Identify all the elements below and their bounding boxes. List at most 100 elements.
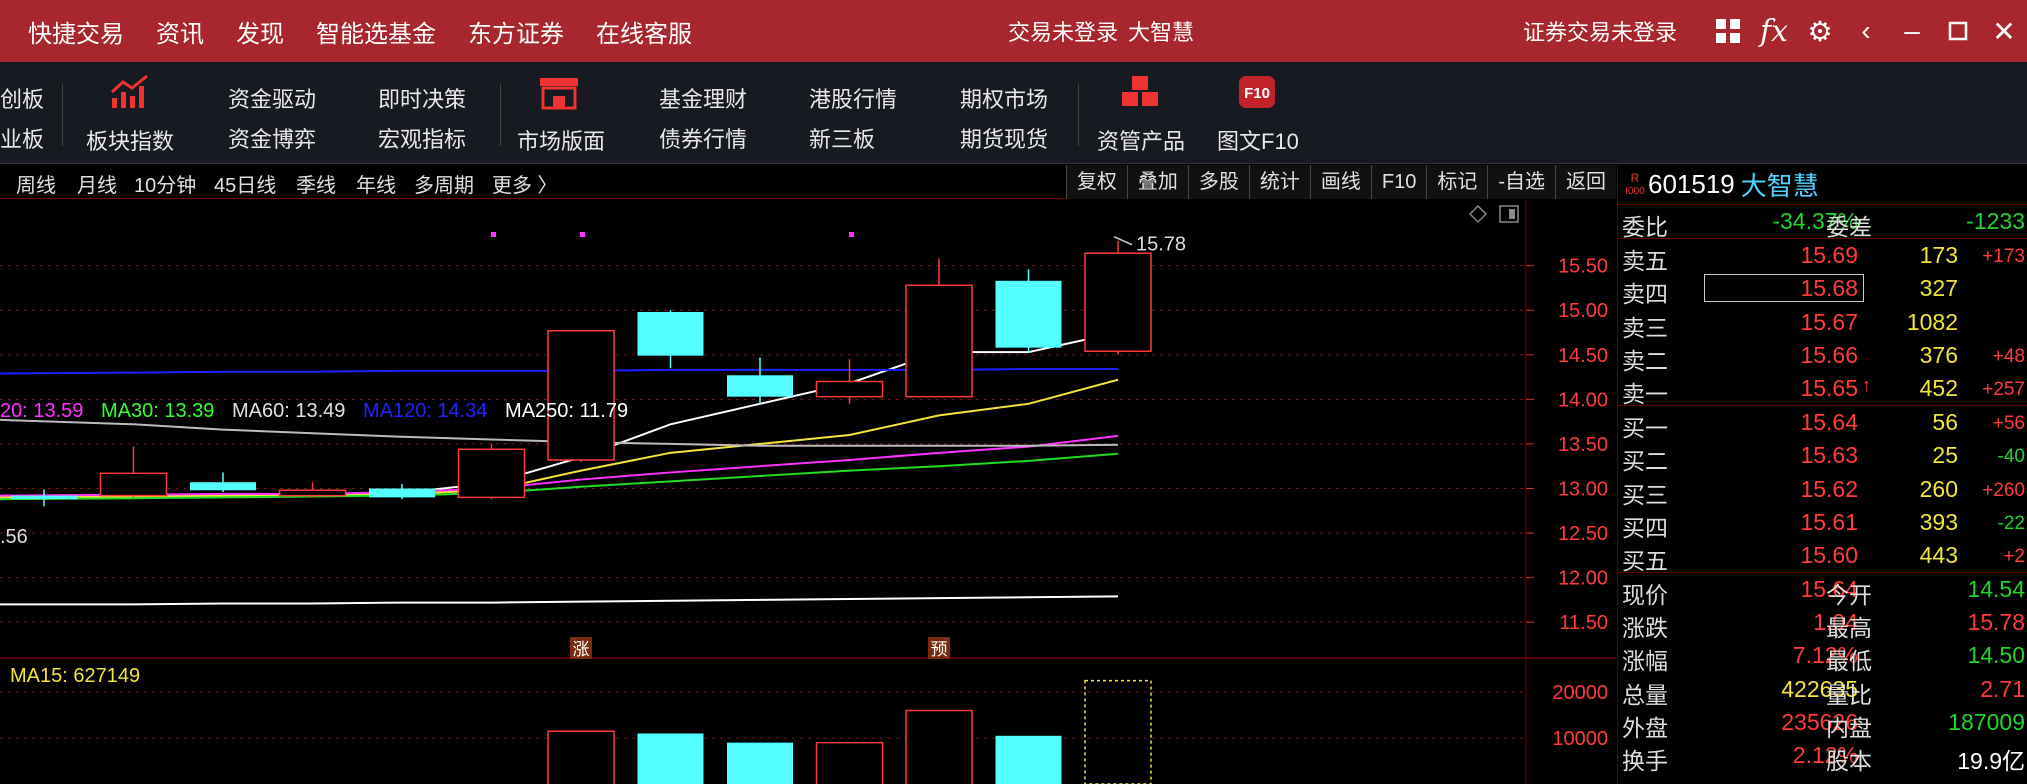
ask-row[interactable]: 卖三 15.67 1082 [1618, 306, 2027, 341]
button-draw-line[interactable]: 画线 [1309, 165, 1371, 199]
back-icon[interactable]: ‹ [1843, 0, 1889, 62]
menu-orient-securities[interactable]: 东方证券 [452, 14, 580, 49]
ask-row[interactable]: 卖五 15.69 173 +173 [1618, 239, 2027, 274]
tool-macro-index[interactable]: 宏观指标 [378, 122, 466, 154]
ask-row[interactable]: 卖一 15.65 452 +257 ↑ [1618, 372, 2027, 407]
candle-body[interactable] [547, 329, 615, 461]
tool-zhongxiao[interactable]: 业板 [0, 122, 44, 154]
commission-diff-label: 委差 [1826, 214, 1872, 240]
tool-futures-spot[interactable]: 期货现货 [960, 122, 1048, 154]
tab-more[interactable]: 更多 〉 [492, 169, 558, 198]
tool-options-market[interactable]: 期权市场 [960, 82, 1048, 114]
candle-body[interactable] [190, 482, 256, 491]
tab-10min[interactable]: 10分钟 [134, 169, 196, 198]
tool-fund-drive[interactable]: 资金驱动 [228, 82, 316, 114]
asset-product-icon[interactable] [1117, 72, 1163, 112]
candle-body[interactable] [637, 312, 704, 356]
candle-body[interactable] [727, 375, 793, 397]
tool-f10[interactable]: 图文F10 [1217, 124, 1299, 156]
commission-row: 委比 -34.37% 委差 -1233 [1618, 205, 2027, 240]
button-mark[interactable]: 标记 [1426, 165, 1488, 199]
gear-icon[interactable]: ⚙ [1797, 0, 1843, 62]
tool-sector-index[interactable]: 板块指数 [86, 124, 174, 156]
close-icon[interactable]: ✕ [1981, 0, 2027, 62]
volume-bar[interactable] [995, 735, 1062, 784]
menu-discover[interactable]: 发现 [220, 14, 300, 49]
bid-row[interactable]: 买四 15.61 393 -22 [1618, 506, 2027, 541]
tool-neeq[interactable]: 新三板 [809, 122, 875, 154]
minimize-icon[interactable]: – [1889, 0, 1935, 62]
sector-index-icon[interactable] [107, 72, 153, 112]
title-center: 交易未登录 大智慧 [1008, 0, 1194, 62]
price-tick-label: 15.00 [1558, 300, 1608, 322]
volume-bar[interactable] [815, 741, 884, 784]
f10-icon[interactable]: F10 [1234, 72, 1280, 112]
tool-bond-quote[interactable]: 债券行情 [659, 122, 747, 154]
candle-body[interactable] [995, 280, 1062, 348]
event-tag-forecast[interactable]: 预 [931, 640, 948, 660]
kline-chart-svg[interactable]: 15.50 15.00 14.50 14.00 13.50 13.00 12.50 12.00… [0, 200, 1616, 784]
tool-fund-game[interactable]: 资金博弈 [228, 122, 316, 154]
volume-bar[interactable] [905, 709, 973, 784]
stat-row: 外盘 235626 内盘 187009 [1618, 706, 2027, 741]
bid-row[interactable]: 买二 15.63 25 -40 [1618, 439, 2027, 474]
tab-monthly[interactable]: 月线 [77, 169, 117, 198]
tab-yearly[interactable]: 年线 [356, 169, 396, 198]
bid-price: 15.62 [1800, 475, 1858, 502]
button-f10[interactable]: F10 [1370, 165, 1427, 199]
bid-row[interactable]: 买五 15.60 443 +2 [1618, 539, 2027, 574]
tool-market-board[interactable]: 市场版面 [517, 124, 605, 156]
ask-price: 15.69 [1800, 242, 1858, 269]
maximize-icon[interactable] [1935, 0, 1981, 62]
grid-icon[interactable] [1705, 0, 1751, 62]
button-overlay[interactable]: 叠加 [1126, 165, 1188, 199]
button-statistics[interactable]: 统计 [1248, 165, 1310, 199]
candle-body[interactable] [457, 448, 526, 499]
tab-45day[interactable]: 45日线 [214, 169, 276, 198]
candle-body[interactable] [815, 380, 884, 398]
ask-price: 15.66 [1800, 341, 1858, 368]
candle-body[interactable] [905, 284, 973, 398]
bid-row[interactable]: 买三 15.62 260 +260 [1618, 473, 2027, 508]
bid-volume: 56 [1932, 409, 1958, 436]
button-restore-rights[interactable]: 复权 [1065, 165, 1127, 199]
volume-bar[interactable] [727, 742, 793, 784]
menu-smart-fund[interactable]: 智能选基金 [300, 14, 452, 49]
candle-body[interactable] [278, 489, 347, 497]
quote-panel: R I000 601519 大智慧 委比 -34.37% 委差 -1233 卖五 1… [1617, 165, 2027, 784]
tool-asset-product[interactable]: 资管产品 [1097, 124, 1185, 156]
menu-quick-trade[interactable]: 快捷交易 [0, 14, 140, 49]
volume-bar[interactable] [637, 733, 704, 784]
menu-online-service[interactable]: 在线客服 [580, 14, 708, 49]
ma20-label: 20: 13.59 [0, 400, 84, 422]
button-return[interactable]: 返回 [1555, 165, 1616, 199]
candle-body[interactable] [369, 488, 435, 498]
tool-chuangye[interactable]: 创板 [0, 82, 44, 114]
menu-news[interactable]: 资讯 [140, 14, 220, 49]
toolbar: 创板 业板 板块指数 资金驱动 资金博弈 即时决策 宏观指标 市场版面 基金理财… [0, 62, 2027, 164]
tab-quarterly[interactable]: 季线 [296, 169, 336, 198]
volume-bar-forecast[interactable] [1084, 679, 1152, 784]
ask-row[interactable]: 卖四 15.68 327 [1618, 272, 2027, 307]
candle-body[interactable] [11, 495, 77, 500]
button-multi-stock[interactable]: 多股 [1187, 165, 1249, 199]
ask-row[interactable]: 卖二 15.66 376 +48 [1618, 339, 2027, 374]
tool-hk-quote[interactable]: 港股行情 [809, 82, 897, 114]
event-tag-limit-up[interactable]: 涨 [573, 640, 590, 660]
stock-name[interactable]: 大智慧 [1741, 166, 1819, 203]
diamond-icon[interactable] [1468, 204, 1488, 224]
candle-body[interactable] [99, 472, 168, 497]
bid-row[interactable]: 买一 15.64 56 +56 [1618, 406, 2027, 441]
button-remove-watchlist[interactable]: -自选 [1487, 165, 1555, 199]
kline-chart[interactable]: 15.50 15.00 14.50 14.00 13.50 13.00 12.50 12.00… [0, 200, 1616, 784]
volume-bar[interactable] [547, 730, 615, 784]
tab-multi-period[interactable]: 多周期 [414, 169, 474, 198]
fx-icon[interactable]: fx [1751, 0, 1797, 62]
securities-login-status[interactable]: 证券交易未登录 [1523, 15, 1677, 47]
tool-fund-finance[interactable]: 基金理财 [659, 82, 747, 114]
candle-body[interactable] [1084, 252, 1152, 352]
stat-label: 最高 [1826, 615, 1872, 642]
market-board-icon[interactable] [536, 72, 582, 112]
tool-instant-decision[interactable]: 即时决策 [378, 82, 466, 114]
tab-weekly[interactable]: 周线 [16, 169, 56, 198]
